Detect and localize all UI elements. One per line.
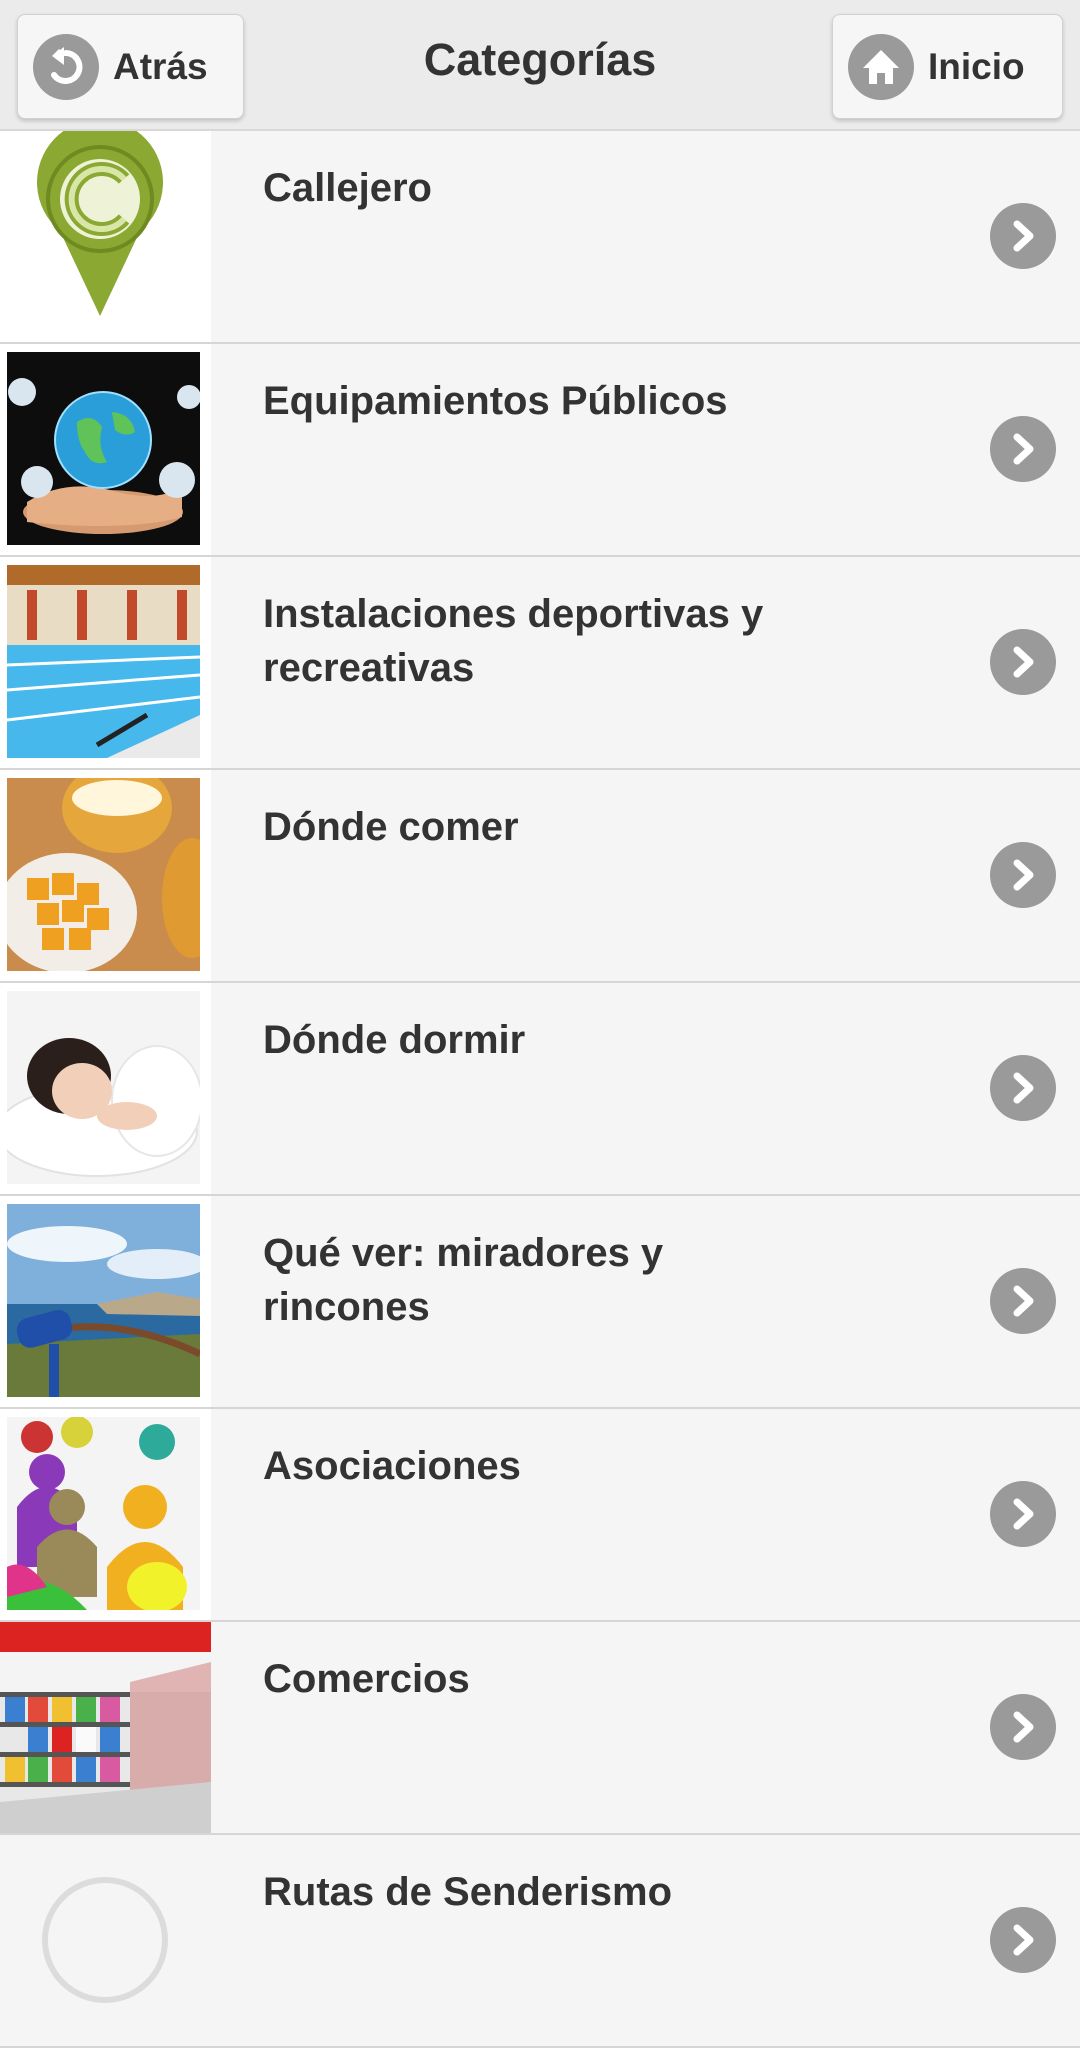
people-group-image — [0, 1409, 211, 1620]
chevron-right-icon — [990, 1268, 1056, 1334]
category-item-instalaciones[interactable]: Instalaciones deportivas y recreativas — [0, 557, 1080, 770]
category-item-equipamientos[interactable]: Equipamientos Públicos — [0, 344, 1080, 557]
swimming-pool-image — [0, 557, 211, 768]
top-bar: Atrás Categorías Inicio — [0, 0, 1080, 131]
map-pin-icon — [0, 131, 211, 342]
category-item-donde-comer[interactable]: Dónde comer — [0, 770, 1080, 983]
viewpoint-telescope-image — [0, 1196, 211, 1407]
home-icon — [848, 33, 914, 100]
chevron-right-icon — [990, 629, 1056, 695]
category-label: Comercios — [263, 1657, 470, 1701]
chevron-right-icon — [990, 1055, 1056, 1121]
food-drinks-image — [0, 770, 211, 981]
category-list: Callejero Equipamientos Públicos Instala… — [0, 131, 1080, 2048]
chevron-right-icon — [990, 416, 1056, 482]
chevron-right-icon — [990, 203, 1056, 269]
category-label: Instalaciones deportivas y recreativas — [263, 592, 764, 690]
category-label: Callejero — [263, 166, 432, 210]
category-item-asociaciones[interactable]: Asociaciones — [0, 1409, 1080, 1622]
category-item-comercios[interactable]: Comercios — [0, 1622, 1080, 1835]
category-label: Equipamientos Públicos — [263, 379, 728, 423]
category-label: Asociaciones — [263, 1444, 521, 1488]
chevron-right-icon — [990, 1481, 1056, 1547]
chevron-right-icon — [990, 1694, 1056, 1760]
home-button[interactable]: Inicio — [832, 14, 1063, 119]
chevron-right-icon — [990, 842, 1056, 908]
globe-image — [0, 344, 211, 555]
store-shelves-image — [0, 1622, 211, 1833]
chevron-right-icon — [990, 1907, 1056, 1973]
sleeping-person-image — [0, 983, 211, 1194]
category-item-que-ver[interactable]: Qué ver: miradores y rincones — [0, 1196, 1080, 1409]
category-label: Dónde dormir — [263, 1018, 526, 1062]
home-button-label: Inicio — [928, 45, 1025, 87]
category-item-callejero[interactable]: Callejero — [0, 131, 1080, 344]
category-label: Qué ver: miradores y rincones — [263, 1231, 664, 1329]
category-label: Dónde comer — [263, 805, 519, 849]
category-item-rutas-senderismo[interactable]: Rutas de Senderismo — [0, 1835, 1080, 2048]
category-item-donde-dormir[interactable]: Dónde dormir — [0, 983, 1080, 1196]
hiking-image — [0, 1835, 211, 2046]
category-label: Rutas de Senderismo — [263, 1870, 673, 1914]
